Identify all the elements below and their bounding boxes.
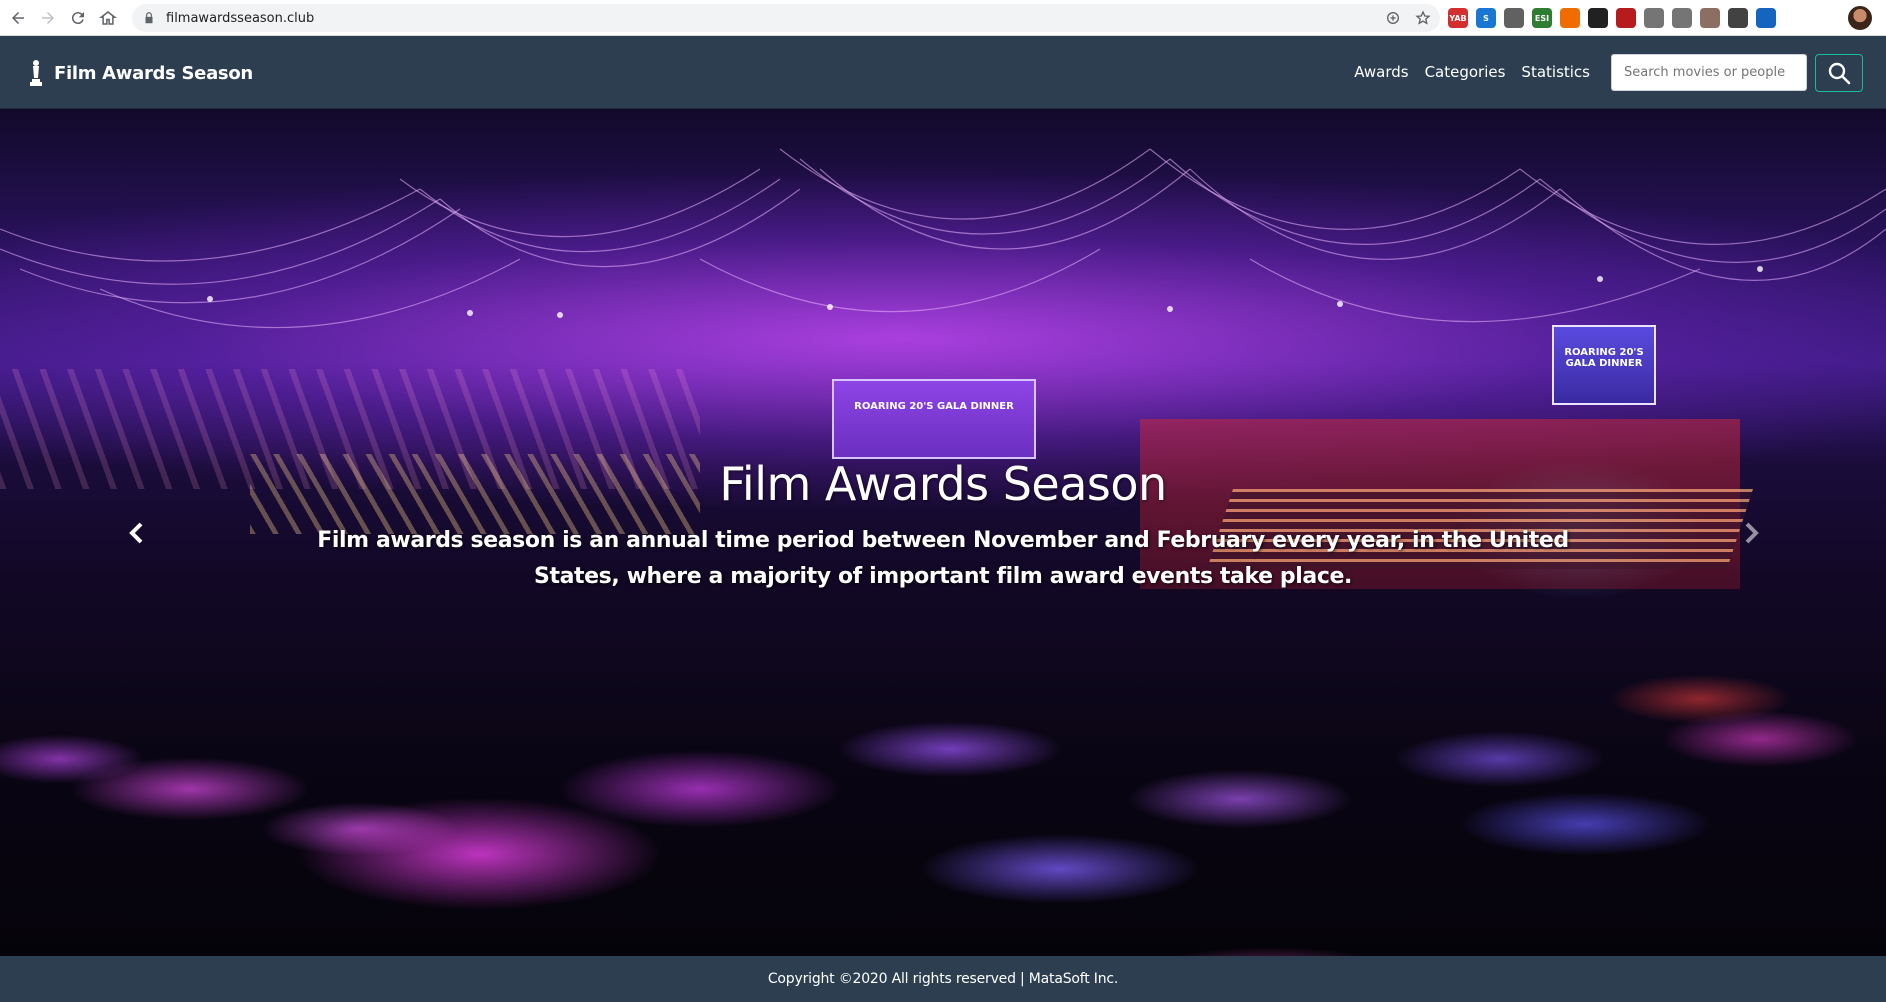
yab-extension-icon[interactable]: YAB <box>1448 8 1468 28</box>
eyedropper-extension-icon[interactable] <box>1728 8 1748 28</box>
hero-title: Film Awards Season <box>719 457 1167 511</box>
chevron-left-icon <box>129 522 143 544</box>
search-button[interactable] <box>1815 54 1863 92</box>
image-extension-icon[interactable] <box>1700 8 1720 28</box>
carousel-prev-button[interactable] <box>116 513 156 553</box>
right-screen-text: ROARING 20'S GALA DINNER <box>1564 347 1644 369</box>
browser-toolbar: filmawardsseason.club YAB S ESI <box>0 0 1886 36</box>
center-screen-text: ROARING 20'S GALA DINNER <box>854 401 1014 412</box>
lock-icon <box>145 12 153 24</box>
copyright-text: Copyright ©2020 All rights reserved | Ma… <box>767 971 1119 987</box>
red-square-extension-icon[interactable] <box>1616 8 1636 28</box>
trophy-icon <box>30 60 42 86</box>
back-icon[interactable] <box>6 6 30 30</box>
grid-extension-icon[interactable] <box>1756 8 1776 28</box>
reload-icon[interactable] <box>66 6 90 30</box>
search-input[interactable] <box>1611 54 1807 91</box>
profile-avatar[interactable] <box>1848 6 1872 30</box>
recycle-extension-icon[interactable] <box>1644 8 1664 28</box>
esi-extension-icon[interactable]: ESI <box>1532 8 1552 28</box>
nav-link-statistics[interactable]: Statistics <box>1521 63 1590 81</box>
right-screen-image: ROARING 20'S GALA DINNER <box>1552 325 1656 405</box>
brand-name[interactable]: Film Awards Season <box>54 63 253 84</box>
ring-extension-icon[interactable] <box>1504 8 1524 28</box>
nav-link-categories[interactable]: Categories <box>1425 63 1506 81</box>
forward-icon[interactable] <box>36 6 60 30</box>
nav-link-awards[interactable]: Awards <box>1354 63 1408 81</box>
address-bar[interactable]: filmawardsseason.club <box>132 4 1440 32</box>
extensions-bar: YAB S ESI <box>1448 8 1776 28</box>
pocket-extension-icon[interactable] <box>1672 8 1692 28</box>
brand[interactable]: Film Awards Season <box>28 59 253 87</box>
home-icon[interactable] <box>96 6 120 30</box>
s-extension-icon[interactable]: S <box>1476 8 1496 28</box>
nav-links: Awards Categories Statistics <box>1354 63 1590 81</box>
search-icon <box>1828 62 1851 85</box>
bookmark-star-icon[interactable] <box>1414 9 1432 27</box>
zoom-icon[interactable] <box>1384 9 1402 27</box>
site-navbar: Film Awards Season Awards Categories Sta… <box>0 37 1886 109</box>
hero-description: Film awards season is an annual time per… <box>317 528 1569 589</box>
bird-extension-icon[interactable] <box>1588 8 1608 28</box>
hero-carousel: ROARING 20'S GALA DINNER ROARING 20'S GA… <box>0 109 1886 956</box>
url-text[interactable]: filmawardsseason.club <box>166 11 314 26</box>
face-extension-icon[interactable] <box>1560 8 1580 28</box>
center-screen-image: ROARING 20'S GALA DINNER <box>832 379 1036 459</box>
carousel-next-button[interactable] <box>1732 513 1772 553</box>
site-footer: Copyright ©2020 All rights reserved | Ma… <box>0 956 1886 1002</box>
chevron-right-icon <box>1745 522 1759 544</box>
